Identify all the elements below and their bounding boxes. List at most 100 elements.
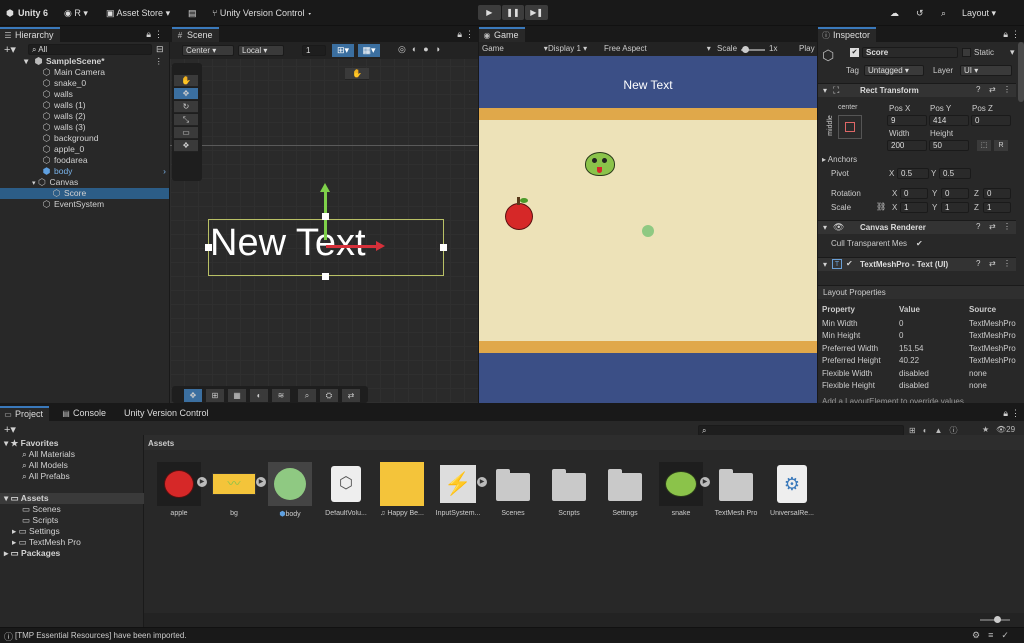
asset-item[interactable]: ⬡ DefaultVolu... (320, 462, 372, 517)
pivot-y-input[interactable]: 0.5 (939, 168, 971, 179)
tab-game[interactable]: ◉ Game (479, 27, 525, 42)
static-checkbox[interactable] (962, 48, 971, 57)
component-more-icon[interactable]: ⋮ (1003, 222, 1011, 231)
gizmo-y-arrow-icon[interactable] (320, 183, 330, 192)
hierarchy-item[interactable]: ▾ ⬡ Canvas (0, 177, 169, 188)
asset-item[interactable]: ⬢body (264, 462, 316, 518)
account-button[interactable]: ◉ R ▾ (64, 6, 88, 20)
hierarchy-item[interactable]: ⬡ snake_0 (0, 78, 169, 89)
play-button[interactable]: ▶ (478, 5, 501, 20)
handle-right[interactable] (440, 244, 447, 251)
assets-row[interactable]: ▾ ▭ Assets (0, 493, 144, 504)
tab-console[interactable]: ▤ Console (58, 406, 112, 421)
folder-tree-item[interactable]: ▭ Scripts (0, 515, 144, 526)
layer-dropdown[interactable]: UI ▾ (960, 65, 1012, 76)
scale-tool-icon[interactable]: ⤡ (174, 114, 198, 126)
asset-item[interactable]: snake (655, 462, 707, 517)
hierarchy-item[interactable]: ⬡ apple_0 (0, 144, 169, 155)
transform-tool-icon[interactable]: ❖ (174, 140, 198, 152)
expand-asset-icon[interactable]: ▶ (197, 477, 207, 487)
move-tool-icon[interactable]: ✥ (174, 88, 198, 100)
layers-icon[interactable]: ≋ (272, 389, 290, 402)
asset-item[interactable]: ⚙ UniversalRe... (766, 462, 818, 517)
asset-item[interactable]: ⚡ InputSystem... (432, 462, 484, 517)
asset-store-button[interactable]: ▣ Asset Store ▾ (106, 6, 170, 20)
tab-scene[interactable]: # Scene (172, 27, 219, 42)
asset-item[interactable]: Scenes (487, 462, 539, 517)
play-mode-dropdown[interactable]: Play (799, 43, 815, 54)
package-icon[interactable]: ▤ (188, 6, 197, 20)
status-message[interactable]: [TMP Essential Resources] have been impo… (15, 630, 187, 641)
scale-x-input[interactable]: 1 (900, 202, 928, 213)
anchor-preset-button[interactable] (838, 115, 862, 139)
link-icon[interactable]: ⛓ (876, 202, 886, 211)
cloud-icon[interactable]: ☁ (890, 6, 899, 20)
asset-item[interactable]: TextMesh Pro (710, 462, 762, 517)
handle-top[interactable] (322, 213, 329, 220)
zoom-icon[interactable]: ⌕ (298, 389, 316, 402)
pause-button[interactable]: ❚❚ (501, 5, 525, 20)
asset-item[interactable]: 〰 bg (208, 462, 260, 517)
folder-tree-item[interactable]: ▸ ▭ TextMesh Pro (0, 537, 144, 548)
static-dropdown-icon[interactable]: ▾ (1010, 47, 1015, 58)
pos-y-input[interactable]: 414 (929, 115, 969, 126)
asset-item[interactable]: Scripts (543, 462, 595, 517)
hand-tool-icon[interactable]: ✋ (345, 68, 369, 80)
rot-x-input[interactable]: 0 (900, 188, 928, 199)
step-button[interactable]: ▶❚ (525, 5, 549, 20)
display-dropdown[interactable]: Display 1 ▾ (548, 43, 587, 54)
pivot-x-input[interactable]: 0.5 (897, 168, 929, 179)
move-tool-icon[interactable]: ✥ (184, 389, 202, 402)
pos-x-input[interactable]: 9 (887, 115, 927, 126)
hierarchy-item[interactable]: ⬡ walls (0, 89, 169, 100)
more-icon[interactable]: ⋮ (1011, 29, 1020, 40)
grid-snap-input[interactable]: 1 (302, 45, 326, 56)
component-more-icon[interactable]: ⋮ (1003, 259, 1011, 268)
grid-toggle-icon[interactable]: ▦▾ (358, 44, 380, 57)
hierarchy-item-selected[interactable]: ⬡ Score (0, 188, 169, 199)
help-icon[interactable]: ? (976, 222, 980, 231)
more-icon[interactable]: ⋮ (1011, 408, 1020, 419)
more-icon[interactable]: ⋮ (465, 29, 474, 40)
active-checkbox[interactable]: ✔ (850, 48, 859, 57)
add-button[interactable]: +▾ (4, 43, 16, 56)
snap-settings-icon[interactable]: ⊞ (206, 389, 224, 402)
height-input[interactable]: 50 (929, 140, 969, 151)
help-icon[interactable]: ? (976, 259, 980, 268)
scale-z-input[interactable]: 1 (983, 202, 1011, 213)
tmp-enabled-checkbox[interactable]: ✔ (846, 259, 853, 268)
asset-item[interactable]: Settings (599, 462, 651, 517)
breadcrumb[interactable]: Assets (148, 438, 174, 449)
shading-mode-icons[interactable]: ◎◐●◑ (398, 44, 474, 57)
hierarchy-item[interactable]: ⬡ foodarea (0, 155, 169, 166)
search-filter-icon[interactable]: ⊟ (156, 44, 164, 55)
handle-bottom[interactable] (322, 273, 329, 280)
tag-dropdown[interactable]: Untagged ▾ (864, 65, 924, 76)
tab-version-control[interactable]: Unity Version Control (120, 406, 215, 421)
folder-tree-item[interactable]: ▭ Scenes (0, 504, 144, 515)
expand-asset-icon[interactable]: ▶ (700, 477, 710, 487)
tab-hierarchy[interactable]: ☰ Hierarchy (0, 27, 60, 42)
presets-icon[interactable]: ⇄ (989, 222, 996, 231)
gizmos-icon[interactable]: ⛭ (320, 389, 338, 402)
component-more-icon[interactable]: ⋮ (1003, 85, 1011, 94)
gizmo-x-arrow-icon[interactable] (376, 241, 385, 251)
gizmo-x-axis[interactable] (326, 245, 378, 248)
scale-y-input[interactable]: 1 (941, 202, 969, 213)
help-icon[interactable]: ? (976, 85, 980, 94)
hierarchy-item[interactable]: ⬡ Main Camera (0, 67, 169, 78)
packages-row[interactable]: ▸ ▭ Packages (0, 548, 144, 559)
scene-text[interactable]: New Text (210, 220, 366, 266)
favorite-item[interactable]: ⌕ All Prefabs (0, 471, 144, 482)
search-icon[interactable]: ⌕ (941, 6, 946, 20)
snap-icon[interactable]: ⊞▾ (332, 44, 354, 57)
blueprint-icon[interactable]: ⬚ (977, 140, 991, 151)
scene-more-icon[interactable]: ⋮ (155, 56, 164, 67)
hierarchy-search-input[interactable]: ⌕ All (28, 44, 152, 55)
hierarchy-item[interactable]: ⬡ background (0, 133, 169, 144)
tab-inspector[interactable]: ⓘ Inspector (818, 27, 877, 42)
vcs-button[interactable]: ⑂ Unity Version Control ▾ (212, 6, 312, 20)
game-view-dropdown[interactable]: Game ▾ (482, 43, 548, 54)
rot-y-input[interactable]: 0 (941, 188, 969, 199)
layout-icon[interactable]: ▦ (228, 389, 246, 402)
